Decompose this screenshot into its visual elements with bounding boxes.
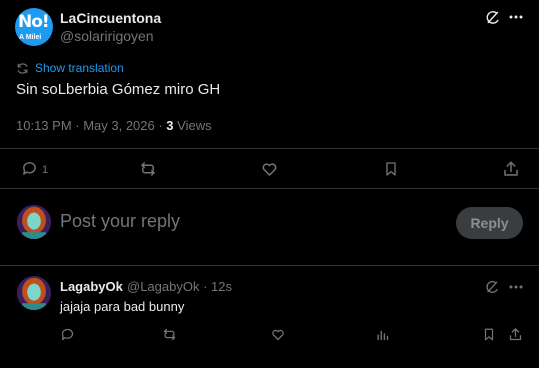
retweet-icon[interactable] xyxy=(161,327,178,342)
avatar-logo-subtext: A Milei xyxy=(19,34,42,41)
more-icon[interactable] xyxy=(509,284,523,290)
divider xyxy=(0,188,539,189)
reply-button[interactable]: Reply xyxy=(456,207,523,239)
reply-author-handle[interactable]: @LagabyOk · 12s xyxy=(127,279,232,294)
avatar-logo-text: No! xyxy=(18,12,50,32)
retweet-icon[interactable] xyxy=(138,160,158,178)
divider xyxy=(0,148,539,149)
share-icon[interactable] xyxy=(508,327,523,342)
reply-text: jajaja para bad bunny xyxy=(60,299,185,314)
bookmark-icon[interactable] xyxy=(383,160,399,178)
reply-author-avatar[interactable] xyxy=(17,276,51,310)
user-avatar[interactable] xyxy=(17,205,51,239)
reply-icon[interactable] xyxy=(21,160,38,177)
like-icon[interactable] xyxy=(260,160,279,178)
views-icon[interactable] xyxy=(375,327,390,342)
author-name[interactable]: LaCincuentona xyxy=(60,10,161,26)
author-handle[interactable]: @solaririgoyen xyxy=(60,28,154,44)
grok-icon[interactable] xyxy=(484,9,501,26)
grok-icon[interactable] xyxy=(484,279,500,295)
more-icon[interactable] xyxy=(509,14,523,20)
divider xyxy=(0,265,539,266)
reply-count: 1 xyxy=(42,164,49,176)
share-icon[interactable] xyxy=(502,160,520,178)
tweet-text: Sin soLberbia Gómez miro GH xyxy=(16,81,221,98)
reply-input[interactable]: Post your reply xyxy=(60,211,180,232)
reply-icon[interactable] xyxy=(60,327,75,342)
views-count: 3 xyxy=(166,118,174,133)
reply-author-name[interactable]: LagabyOk xyxy=(60,279,123,294)
tweet-timestamp[interactable]: 10:13 PM · May 3, 2026 · xyxy=(16,118,166,133)
author-avatar[interactable]: No! A Milei xyxy=(15,8,53,46)
tweet-meta: 10:13 PM · May 3, 2026 · 3 Views xyxy=(16,118,212,133)
views-label: Views xyxy=(173,118,212,133)
show-translation-link[interactable]: Show translation xyxy=(35,61,124,75)
like-icon[interactable] xyxy=(270,327,286,342)
bookmark-icon[interactable] xyxy=(482,327,496,342)
translate-icon[interactable] xyxy=(16,62,29,75)
